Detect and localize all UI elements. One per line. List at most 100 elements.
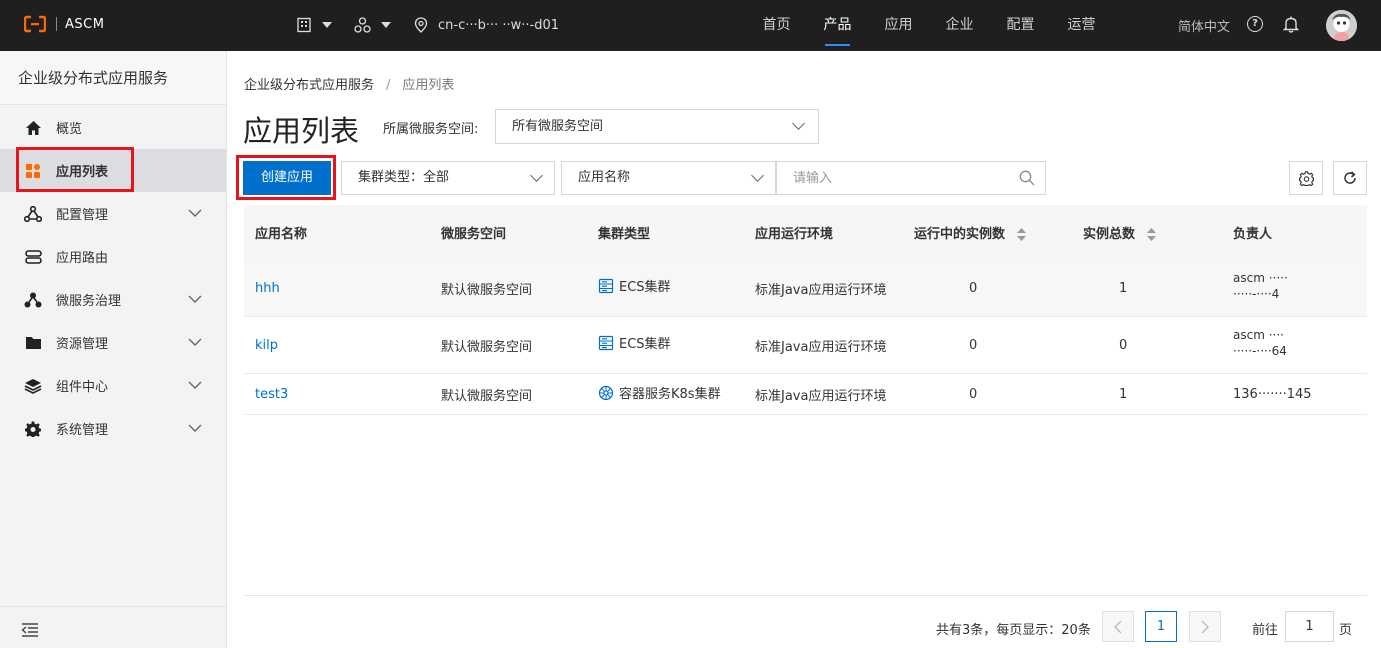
app-grid-icon [24,162,42,180]
collapse-sidebar-icon[interactable] [21,623,39,641]
resource-set-selector[interactable] [354,14,391,36]
owner-phone: ·····-····4 [1233,286,1280,301]
nav-operations[interactable]: 运营 [1051,0,1112,51]
caret-down-icon [322,22,332,28]
region-name: cn-c···b··· ··w··-d01 [438,17,560,33]
table-header: 应用名称 微服务空间 集群类型 应用运行环境 运行中的实例数 实例总数 负责人 [244,205,1367,260]
page-number-current[interactable]: 1 [1145,611,1177,642]
chevron-down-icon [188,335,202,350]
header-namespace: 微服务空间 [441,227,507,242]
namespace-cell: 默认微服务空间 [441,282,533,298]
running-instances-cell: 0 [969,280,978,296]
sidebar-item-resource-management[interactable]: 资源管理 [0,321,226,364]
breadcrumb-root[interactable]: 企业级分布式应用服务 [244,78,374,93]
building-icon [297,17,311,33]
owner-cell: ascm ····· ·····-····4 [1233,271,1367,301]
gear-icon [1298,170,1314,186]
search-field-select[interactable]: 应用名称 [561,161,776,195]
help-icon[interactable]: ? [1247,16,1263,32]
total-instances-cell: 0 [1119,337,1128,353]
ascm-logo[interactable]: ASCM [23,15,105,33]
owner-phone: ·····-····64 [1233,343,1287,358]
user-avatar[interactable] [1326,10,1357,41]
sidebar-item-label: 微服务治理 [56,294,122,309]
namespace-select[interactable]: 所有微服务空间 [495,109,819,144]
server-icon [598,335,614,350]
chevron-left-icon [1114,620,1122,633]
cluster-type-cell: ECS集群 [619,280,671,295]
cluster-type-filter[interactable]: 集群类型：全部 [341,161,555,195]
owner-name: ascm ····· [1233,270,1288,285]
namespace-cell: 默认微服务空间 [441,339,533,355]
language-switcher[interactable]: 简体中文 [1178,16,1230,35]
refresh-button[interactable] [1333,161,1367,195]
sidebar-item-config-management[interactable]: 配置管理 [0,192,226,235]
search-box [776,161,1046,195]
owner-cell: ascm ···· ·····-····64 [1233,328,1367,358]
chevron-down-icon [188,378,202,393]
sidebar-item-label: 组件中心 [56,380,109,395]
create-app-button[interactable]: 创建应用 [243,161,331,195]
header-cluster-type: 集群类型 [598,227,651,242]
search-icon[interactable] [1019,170,1035,190]
header-running-instances[interactable]: 运行中的实例数 [914,223,1083,242]
divider [244,595,1367,596]
sidebar-item-system-management[interactable]: 系统管理 [0,407,226,450]
next-page-button[interactable] [1189,611,1221,642]
nav-configuration[interactable]: 配置 [990,0,1051,51]
owner-cell: 136·······145 [1233,386,1312,402]
app-name-link[interactable]: test3 [255,387,288,402]
settings-button[interactable] [1289,161,1323,195]
sidebar: 企业级分布式应用服务 概览 应用列表 配置管理 应用路由 微服务治理 资源管理 … [0,51,227,648]
sidebar-item-app-routing[interactable]: 应用路由 [0,235,226,278]
goto-label: 前往 [1252,623,1279,638]
route-icon [24,248,42,266]
sort-icon [1146,228,1156,241]
sidebar-item-label: 配置管理 [56,208,109,223]
prev-page-button[interactable] [1102,611,1134,642]
sort-icon [1016,228,1026,241]
cluster-type-cell: 容器服务K8s集群 [619,387,721,402]
runtime-cell: 标准Java应用运行环境 [755,339,887,355]
notification-bell-icon[interactable] [1282,15,1300,37]
total-instances-cell: 1 [1119,280,1128,296]
header-total-instances[interactable]: 实例总数 [1083,223,1233,242]
namespace-cell: 默认微服务空间 [441,388,533,404]
running-instances-cell: 0 [969,337,978,353]
sidebar-item-app-list[interactable]: 应用列表 [0,147,226,192]
header-app-name: 应用名称 [255,227,308,242]
nav-products[interactable]: 产品 [807,0,868,51]
region-selector[interactable]: cn-c···b··· ··w··-d01 [414,14,559,36]
nav-home[interactable]: 首页 [746,0,807,51]
sidebar-item-component-center[interactable]: 组件中心 [0,364,226,407]
chevron-right-icon [1201,620,1209,633]
microservice-icon [24,291,42,309]
owner-name: ascm ···· [1233,327,1284,342]
search-field-value: 应用名称 [578,170,631,185]
logo-text: ASCM [65,16,105,32]
nav-applications[interactable]: 应用 [868,0,929,51]
layers-icon [24,377,42,395]
top-nav-menu: 首页 产品 应用 企业 配置 运营 [746,0,1112,51]
sidebar-item-overview[interactable]: 概览 [0,106,226,149]
pagination-summary: 共有3条，每页显示：20条 [936,623,1091,638]
goto-suffix: 页 [1339,623,1353,638]
config-nodes-icon [24,205,42,223]
runtime-cell: 标准Java应用运行环境 [755,282,887,298]
gear-icon [24,420,42,438]
goto-page-input[interactable]: 1 [1285,611,1334,642]
sidebar-item-label: 应用路由 [56,251,109,266]
sidebar-item-label: 应用列表 [56,165,109,180]
app-name-link[interactable]: hhh [255,281,280,296]
table-row: test3 默认微服务空间 容器服务K8s集群 标准Java应用运行环境 0 1… [244,374,1367,415]
sidebar-item-microservice-governance[interactable]: 微服务治理 [0,278,226,321]
folder-icon [24,334,42,352]
breadcrumb: 企业级分布式应用服务 / 应用列表 [244,74,454,93]
page-title: 应用列表 [243,114,360,148]
organization-selector[interactable] [296,14,332,36]
chevron-down-icon [188,206,202,221]
app-name-link[interactable]: kilp [255,338,278,353]
running-instances-cell: 0 [969,386,978,402]
nav-enterprise[interactable]: 企业 [929,0,990,51]
search-input[interactable] [777,162,1007,194]
